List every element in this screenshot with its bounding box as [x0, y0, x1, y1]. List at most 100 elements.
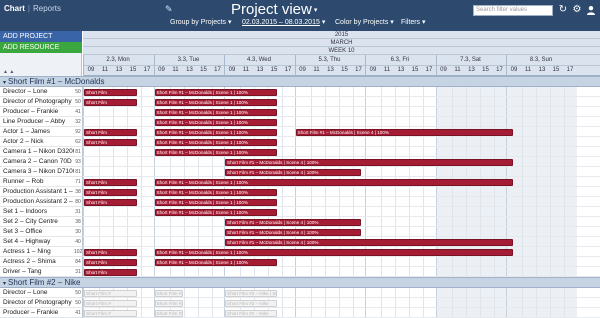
project-group-row[interactable]: ▾ Short Film #1 – McDonalds — [0, 76, 600, 87]
resource-name[interactable]: Director of Photography — [0, 298, 74, 308]
booking-bar[interactable]: Short Film #1 – McDonalds | Scene 1 | 10… — [154, 98, 277, 106]
sort-arrows-icon[interactable]: ▲ ▲ — [3, 69, 14, 75]
user-icon[interactable] — [586, 5, 596, 15]
nav-reports[interactable]: Reports — [33, 4, 61, 13]
resource-name[interactable]: Driver – Tang — [0, 267, 74, 277]
filters-control[interactable]: Filters ▾ — [401, 18, 426, 26]
booking-bar[interactable]: Short Film #2 — [154, 309, 184, 317]
collapse-toggle-icon[interactable]: ▾ — [3, 80, 6, 86]
resource-name[interactable]: Line Producer – Abby — [0, 117, 74, 127]
booking-bar[interactable]: Short Film #1 – McDonalds | Scene 1 | 10… — [154, 118, 277, 126]
resource-hours: 71 — [74, 177, 83, 187]
booking-bar[interactable]: Short Film #1 – McDonalds | Scene 4 | 10… — [225, 228, 362, 236]
booking-bar[interactable]: Short Film #2 – Nike | Scene 1 | 100% — [225, 289, 277, 297]
booking-bar[interactable]: Short Film #1 – McDonalds | Scene 1 | 10… — [154, 138, 277, 146]
day-separator — [153, 55, 155, 76]
booking-bar[interactable]: Short Film #1 – McDonalds | Scene 1 | 10… — [154, 108, 277, 116]
row-divider — [83, 116, 600, 117]
booking-bar[interactable]: Short Film # — [84, 289, 138, 297]
group-by-control[interactable]: Group by Projects ▾ — [170, 18, 232, 26]
resource-name[interactable]: Set 3 – Office — [0, 227, 74, 237]
add-resource-button[interactable]: ADD RESOURCE — [0, 42, 82, 53]
booking-bar[interactable]: Short Film # — [84, 299, 138, 307]
booking-bar[interactable]: Short Film #1 – McDonalds | Scene 4 | 10… — [295, 128, 514, 136]
day-separator — [294, 55, 296, 76]
booking-bar[interactable]: Short Film #1 – McDonalds | Scene 1 | 10… — [154, 188, 277, 196]
booking-bar[interactable]: Short Film #1 – McDonalds | Scene 1 | 10… — [154, 248, 514, 256]
hour-label: 15 — [200, 67, 207, 73]
resource-name[interactable]: Set 1 – Indoors — [0, 207, 74, 217]
booking-bar[interactable]: Short Film — [84, 88, 138, 96]
collapse-toggle-icon[interactable]: ▾ — [3, 281, 6, 287]
resource-name[interactable]: Production Assistant 1 – — [0, 187, 74, 197]
hour-label: 15 — [411, 67, 419, 73]
resource-name[interactable]: Actress 2 – Shima — [0, 257, 74, 267]
resource-name[interactable]: Camera 3 – Nikon D7100 — [0, 167, 74, 177]
booking-bar[interactable]: Short Film #1 – McDonalds | Scene 1 | 10… — [154, 208, 277, 216]
booking-bar[interactable]: Short Film #1 – McDonalds | Scene 1 | 10… — [154, 258, 277, 266]
booking-bar[interactable]: Short Film #1 – McDonalds | Scene 4 | 10… — [225, 218, 362, 226]
resource-name[interactable]: Producer – Frankie — [0, 107, 74, 117]
resource-name[interactable]: Actor 1 – James — [0, 127, 74, 137]
booking-bar[interactable]: Short Film #1 – McDonalds | Scene 1 | 10… — [154, 148, 277, 156]
resource-name[interactable]: Director of Photography — [0, 97, 74, 107]
hour-label: 17 — [214, 67, 221, 73]
booking-bar[interactable]: Short Film #1 – McDonalds | Scene 1 | 10… — [154, 88, 277, 96]
color-by-value: Projects — [363, 19, 389, 26]
nav-chart[interactable]: Chart — [4, 4, 25, 13]
row-divider — [83, 226, 600, 227]
page-title[interactable]: Project view ▾ — [231, 1, 317, 18]
resource-name[interactable]: Actor 2 – Nick — [0, 137, 74, 147]
booking-bar[interactable]: Short Film — [84, 138, 138, 146]
hour-label: 15 — [129, 67, 137, 73]
row-divider — [83, 196, 600, 197]
refresh-icon[interactable]: ↻ — [558, 5, 568, 15]
booking-bar[interactable]: Short Film — [84, 248, 138, 256]
resource-name[interactable]: Producer – Frankie — [0, 308, 74, 318]
resource-name[interactable]: Director – Lone — [0, 288, 74, 298]
resource-name[interactable]: Director – Lone — [0, 87, 74, 97]
booking-bar[interactable]: Short Film — [84, 98, 138, 106]
booking-bar[interactable]: Short Film — [84, 258, 138, 266]
booking-bar[interactable]: Short Film — [84, 188, 138, 196]
search-filter-input[interactable]: Search filter values — [473, 5, 553, 16]
booking-bar[interactable]: Short Film — [84, 128, 138, 136]
booking-bar[interactable]: Short Film — [84, 178, 138, 186]
edit-icon[interactable]: ✎ — [165, 4, 175, 14]
hour-label: 11 — [313, 67, 320, 73]
booking-bar[interactable]: Short Film #1 – McDonalds | Scene 4 | 10… — [225, 168, 362, 176]
year-header: 2015 — [83, 31, 600, 39]
gear-icon[interactable]: ⚙ — [572, 5, 582, 15]
project-group-row[interactable]: ▾ Short Film #2 – Nike — [0, 277, 600, 288]
group-by-prefix: Group by — [170, 19, 199, 26]
booking-bar[interactable]: Short Film #2 — [154, 299, 184, 307]
resource-name[interactable]: Production Assistant 2 – — [0, 197, 74, 207]
date-range-control[interactable]: 02.03.2015 – 08.03.2015 ▾ — [242, 18, 325, 26]
booking-bar[interactable]: Short Film — [84, 268, 138, 276]
booking-bar[interactable]: Short Film #1 – McDonalds | Scene 1 | 10… — [154, 128, 277, 136]
booking-bar[interactable]: Short Film #2 – Nike — [225, 309, 277, 317]
resource-name[interactable]: Camera 2 – Canon 70D — [0, 157, 74, 167]
day-label: 7.3, Sat — [460, 57, 481, 63]
resource-name[interactable]: Set 2 – City Centre — [0, 217, 74, 227]
row-divider — [83, 246, 600, 247]
booking-bar[interactable]: Short Film #1 – McDonalds | Scene 4 | 10… — [225, 158, 514, 166]
resource-name[interactable]: Runner – Rob — [0, 177, 74, 187]
group-by-value: Projects — [200, 19, 227, 26]
resource-name[interactable]: Set 4 – Highway — [0, 237, 74, 247]
resource-name[interactable]: Camera 1 – Nikon D3200 — [0, 147, 74, 157]
add-project-button[interactable]: ADD PROJECT — [0, 31, 82, 42]
hour-label: 11 — [101, 67, 109, 73]
booking-bar[interactable]: Short Film #2 – Nike — [225, 299, 277, 307]
filters-label: Filters — [401, 19, 421, 26]
booking-bar[interactable]: Short Film # — [84, 309, 138, 317]
booking-bar[interactable]: Short Film #1 – McDonalds | Scene 1 | 10… — [154, 198, 277, 206]
booking-bar[interactable]: Short Film #1 – McDonalds | Scene 1 | 10… — [154, 178, 514, 186]
booking-bar[interactable]: Short Film — [84, 198, 138, 206]
hour-label: 17 — [143, 67, 151, 73]
resource-name[interactable]: Actress 1 – Ning — [0, 247, 74, 257]
hour-label: 13 — [538, 67, 546, 73]
booking-bar[interactable]: Short Film #1 – McDonalds | Scene 4 | 10… — [225, 238, 514, 246]
color-by-control[interactable]: Color by Projects ▾ — [335, 18, 394, 26]
booking-bar[interactable]: Short Film #2 — [154, 289, 184, 297]
